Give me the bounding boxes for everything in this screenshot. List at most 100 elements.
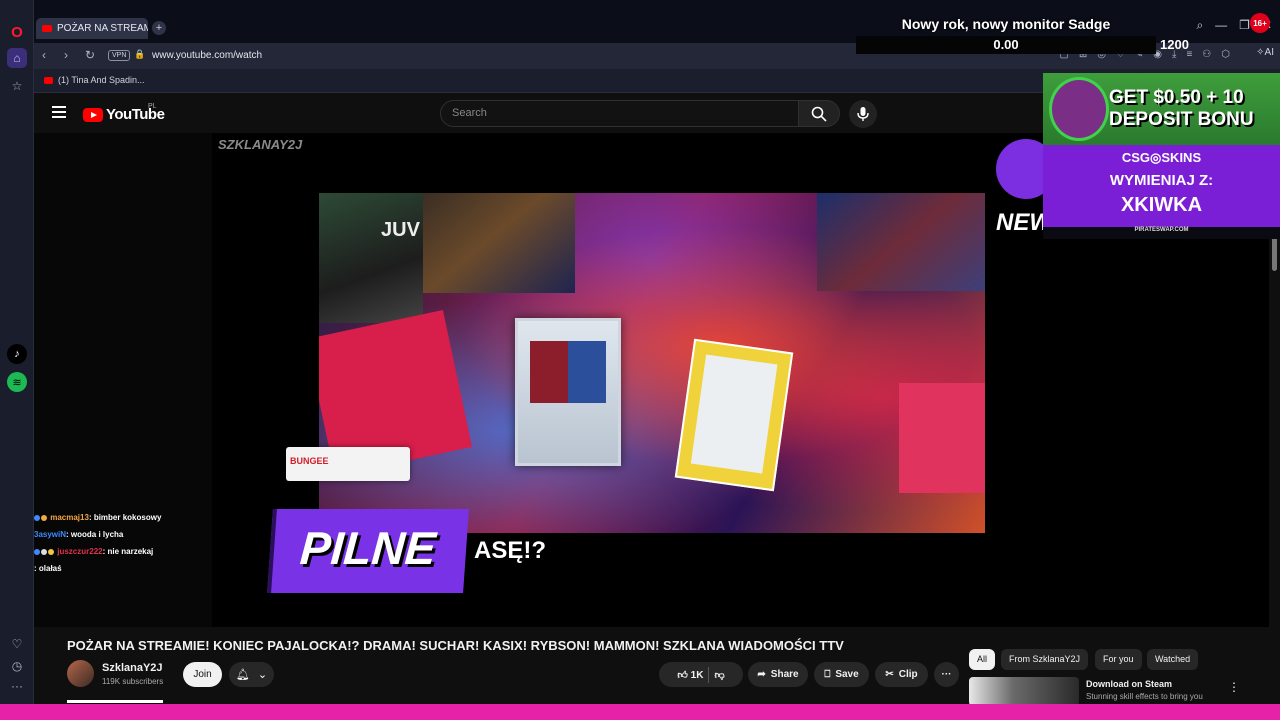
clip-button[interactable]: ✂ Clip bbox=[875, 662, 928, 687]
recommendation-subtitle: Stunning skill effects to bring you bbox=[1086, 692, 1203, 701]
search-input[interactable]: Search bbox=[440, 100, 799, 127]
scrollbar-thumb[interactable] bbox=[1272, 237, 1277, 271]
avatar[interactable] bbox=[67, 660, 94, 687]
stream-goal-overlay: Nowy rok, nowy monitor Sadge 0.00 bbox=[856, 14, 1156, 58]
ad-body: CSG◎SKINS WYMIENIAJ Z: XKIWKA bbox=[1043, 145, 1280, 227]
cube-icon[interactable]: ⬡ bbox=[1221, 49, 1230, 60]
reload-icon[interactable]: ↻ bbox=[85, 48, 95, 62]
share-label: Share bbox=[770, 669, 799, 680]
ai-button[interactable]: ✧AI bbox=[1256, 47, 1274, 58]
youtube-play-icon bbox=[83, 107, 103, 122]
minimize-icon[interactable]: — bbox=[1215, 18, 1227, 33]
spotify-icon[interactable]: ≋ bbox=[7, 372, 27, 392]
video-frame: JUV bbox=[319, 193, 985, 533]
chat-username: macmaj13 bbox=[50, 513, 89, 522]
region-code: PL bbox=[148, 103, 157, 110]
card-box bbox=[899, 383, 985, 493]
recommendation-thumbnail[interactable] bbox=[969, 677, 1079, 706]
profile-icon[interactable]: ⚇ bbox=[1202, 49, 1211, 60]
banner-text: PILNE bbox=[298, 522, 438, 574]
dislike-button[interactable]: 👎︎ bbox=[714, 669, 724, 681]
ad-code: XKIWKA bbox=[1120, 194, 1203, 216]
more-actions-button[interactable]: ··· bbox=[934, 662, 959, 687]
chat-badge-icon bbox=[34, 514, 40, 521]
hamburger-menu-icon[interactable] bbox=[52, 106, 66, 118]
sponsor-name: BUNGEE bbox=[290, 456, 329, 466]
mascot-icon bbox=[1049, 77, 1109, 141]
youtube-favicon-icon bbox=[44, 76, 53, 84]
notification-badge[interactable]: 16+ bbox=[1250, 13, 1270, 33]
webcam-feed bbox=[423, 193, 575, 293]
goal-title: Nowy rok, nowy monitor Sadge bbox=[901, 16, 1111, 32]
video-title: POŻAR NA STREAMIE! KONIEC PAJALOCKA!? DR… bbox=[67, 638, 844, 653]
trading-card bbox=[515, 318, 621, 466]
filter-chip-all[interactable]: All bbox=[969, 649, 996, 670]
ad-headline-line: DEPOSIT BONU bbox=[1109, 109, 1254, 130]
progress-indicator bbox=[67, 700, 163, 703]
filter-chip-watched[interactable]: Watched bbox=[1147, 649, 1199, 670]
tiktok-icon[interactable]: ♪ bbox=[7, 344, 27, 364]
lock-icon[interactable]: 🔒 bbox=[134, 49, 145, 60]
more-icon[interactable]: ··· bbox=[7, 676, 27, 696]
tab-title: POŻAR NA STREAMIE! KO bbox=[57, 23, 148, 34]
card-patch bbox=[530, 341, 606, 403]
url-field[interactable]: www.youtube.com/watch bbox=[152, 50, 262, 61]
chat-text: : wooda i lycha bbox=[66, 530, 124, 539]
star-icon[interactable]: ☆ bbox=[7, 76, 27, 96]
chat-username: juszczur222 bbox=[57, 547, 103, 556]
taskbar-strip bbox=[0, 704, 1280, 720]
join-button[interactable]: Join bbox=[183, 662, 222, 687]
chat-messages: macmaj13: bimber kokosowy 3asywiN: wooda… bbox=[34, 513, 212, 581]
filter-chip-for-you[interactable]: For you bbox=[1095, 649, 1142, 670]
ai-label: AI bbox=[1264, 47, 1274, 58]
filter-chip-from-channel[interactable]: From SzklanaY2J bbox=[1001, 649, 1089, 670]
screen: O ⌂ ☆ ♪ ≋ ♡ ◷ ··· POŻAR NA STREAMIE! KO … bbox=[0, 0, 1280, 720]
scissors-icon: ✂ bbox=[885, 669, 894, 680]
forward-icon[interactable]: › bbox=[64, 48, 68, 62]
ad-line: WYMIENIAJ Z: bbox=[1109, 172, 1214, 189]
opera-logo-icon[interactable]: O bbox=[7, 22, 27, 42]
new-tab-button[interactable]: + bbox=[152, 21, 166, 35]
history-icon[interactable]: ◷ bbox=[7, 656, 27, 676]
chat-text: : olałaś bbox=[34, 564, 62, 573]
ad-top: GET $0.50 + 10 DEPOSIT BONU bbox=[1043, 73, 1280, 145]
heart-icon[interactable]: ♡ bbox=[7, 634, 27, 654]
recommendation-title[interactable]: Download on Steam bbox=[1086, 679, 1172, 689]
home-icon[interactable]: ⌂ bbox=[7, 48, 27, 68]
subscribe-bell-button[interactable]: 🔔︎ ⌄ bbox=[229, 662, 274, 687]
tab-active[interactable]: POŻAR NA STREAMIE! KO bbox=[36, 18, 148, 39]
bookmark-item[interactable]: (1) Tina And Spadin... bbox=[44, 75, 145, 85]
goal-target-value: 1200 bbox=[1160, 37, 1189, 52]
search-tabs-icon[interactable]: ⌕ bbox=[1196, 18, 1203, 33]
microphone-icon bbox=[857, 107, 869, 121]
share-button[interactable]: ➦ Share bbox=[748, 662, 808, 687]
like-dislike-group: 👍︎ 1K 👎︎ bbox=[659, 662, 743, 687]
youtube-favicon-icon bbox=[42, 25, 52, 32]
chat-badge-icon bbox=[41, 548, 47, 555]
save-button[interactable]: ⎕ Save bbox=[814, 662, 869, 687]
webcam-feed bbox=[817, 193, 985, 291]
card-photo bbox=[690, 354, 778, 474]
like-count: 1K bbox=[690, 669, 704, 681]
opera-sidebar: O ⌂ ☆ ♪ ≋ ♡ ◷ ··· bbox=[0, 0, 34, 706]
vpn-badge[interactable]: VPN bbox=[108, 50, 131, 61]
stream-chat-panel: macmaj13: bimber kokosowy 3asywiN: wooda… bbox=[34, 133, 212, 627]
bookmark-icon: ⎕ bbox=[824, 669, 831, 680]
chat-message: 3asywiN: wooda i lycha bbox=[34, 530, 212, 539]
chat-badge-icon bbox=[34, 548, 40, 555]
channel-watermark: SZKLANAY2J bbox=[218, 137, 303, 152]
chat-message: macmaj13: bimber kokosowy bbox=[34, 513, 212, 522]
search-button[interactable] bbox=[798, 100, 840, 127]
restore-icon[interactable]: ❐ bbox=[1239, 18, 1250, 33]
like-button[interactable]: 👍︎ 1K bbox=[677, 669, 703, 681]
ad-headline-line: GET $0.50 + 10 bbox=[1109, 87, 1244, 108]
webcam-feed: JUV bbox=[319, 193, 423, 323]
voice-search-button[interactable] bbox=[849, 100, 877, 128]
more-vertical-icon[interactable]: ⋮ bbox=[1228, 680, 1240, 694]
bookmark-label: (1) Tina And Spadin... bbox=[58, 75, 145, 85]
chat-text: : nie narzekaj bbox=[102, 547, 154, 556]
channel-name[interactable]: SzklanaY2J bbox=[102, 662, 163, 674]
back-icon[interactable]: ‹ bbox=[42, 48, 46, 62]
chevron-down-icon: ⌄ bbox=[257, 669, 268, 681]
bell-icon: 🔔︎ bbox=[235, 669, 250, 681]
